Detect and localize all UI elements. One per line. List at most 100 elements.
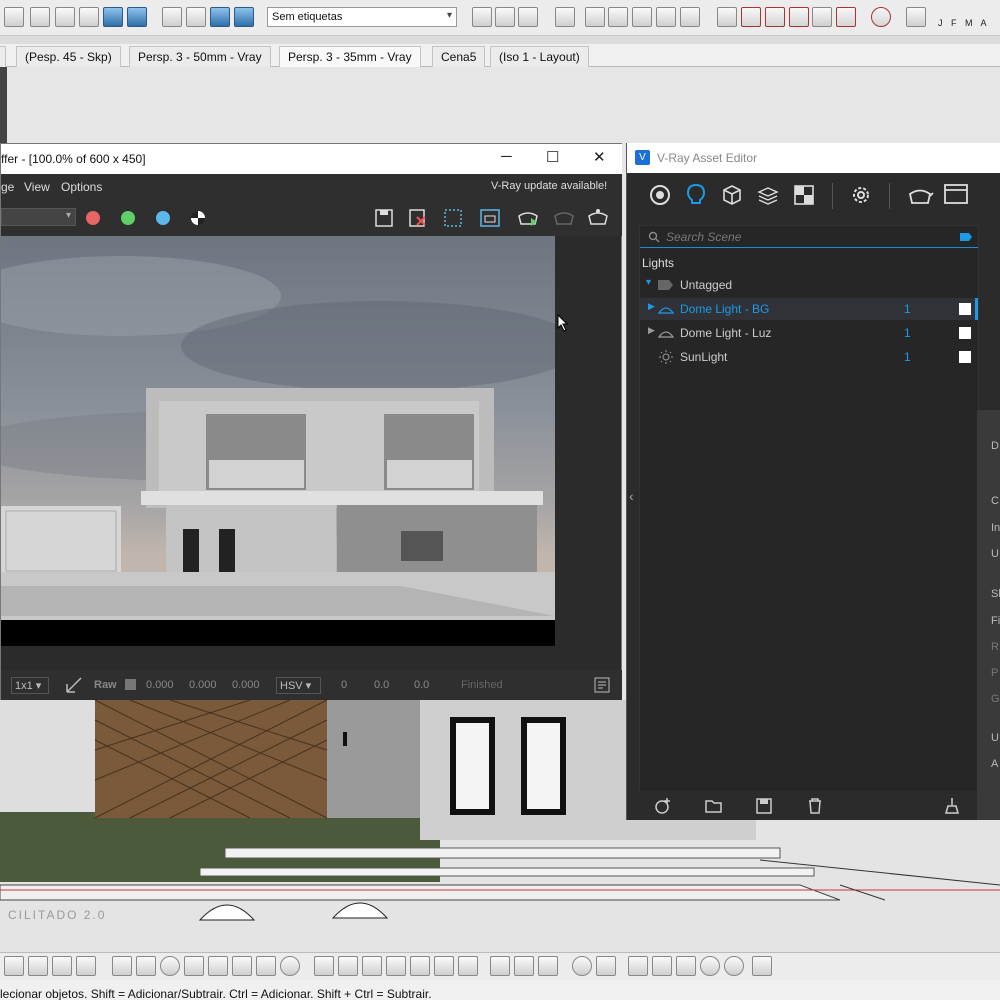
sphere-icon[interactable] — [700, 956, 720, 976]
tab-cena5[interactable]: Cena5 — [432, 46, 486, 67]
paste-icon[interactable] — [656, 7, 676, 27]
add-asset-icon[interactable] — [654, 797, 672, 815]
target-icon[interactable] — [871, 7, 891, 27]
asset-editor-titlebar[interactable]: V V-Ray Asset Editor — [627, 143, 1000, 173]
tab-pesp-45[interactable]: (Pesp. 45 - Skp) — [16, 46, 121, 67]
track-mouse-icon[interactable] — [479, 208, 501, 228]
grid-icon[interactable] — [836, 7, 856, 27]
grass-icon[interactable] — [514, 956, 534, 976]
alpha-channel-icon[interactable] — [191, 211, 205, 225]
dome-light-icon[interactable] — [256, 956, 276, 976]
box-icon[interactable] — [652, 956, 672, 976]
light-enable-checkbox[interactable] — [959, 303, 971, 315]
texture-icon[interactable] — [596, 956, 616, 976]
lights-icon[interactable] — [685, 183, 707, 207]
tag-tool-icon[interactable] — [472, 7, 492, 27]
tab-persp-35mm[interactable]: Persp. 3 - 35mm - Vray — [279, 46, 421, 67]
pan-icon[interactable] — [186, 7, 206, 27]
save-image-icon[interactable] — [374, 208, 396, 228]
ies-light-icon[interactable] — [184, 956, 204, 976]
iso-view-icon[interactable] — [30, 7, 50, 27]
tool-icon[interactable] — [52, 956, 72, 976]
vfb-titlebar[interactable]: ffer - [100.0% of 600 x 450] ─ ☐ ✕ — [1, 144, 622, 174]
expand-icon[interactable]: ▶ — [648, 325, 655, 336]
collapse-left-icon[interactable]: ‹ — [629, 488, 634, 504]
proxy-icon[interactable] — [314, 956, 334, 976]
light-row-sunlight[interactable]: SunLight 1 — [640, 346, 978, 368]
hand-icon[interactable] — [752, 956, 772, 976]
eraser-icon[interactable] — [906, 7, 926, 27]
render-elements-icon[interactable] — [757, 184, 779, 206]
top-view-icon[interactable] — [55, 7, 75, 27]
zoom-extents-icon[interactable] — [234, 7, 254, 27]
channel-select[interactable]: ▾ — [1, 208, 76, 226]
tab-iso-layout[interactable]: (Iso 1 - Layout) — [490, 46, 589, 67]
material-ball-icon[interactable] — [572, 956, 592, 976]
red-channel-icon[interactable] — [86, 211, 100, 225]
mesh-icon[interactable] — [458, 956, 478, 976]
scatter-icon[interactable] — [490, 956, 510, 976]
select-tool-icon[interactable] — [4, 7, 24, 27]
close-icon[interactable]: ✕ — [593, 148, 606, 166]
flip-icon[interactable] — [812, 7, 832, 27]
component-icon[interactable] — [585, 7, 605, 27]
log-icon[interactable] — [594, 677, 610, 693]
render-image[interactable] — [1, 236, 555, 646]
save-asset-icon[interactable] — [755, 797, 773, 815]
color-picker-icon[interactable] — [65, 676, 83, 694]
section-icon[interactable] — [518, 7, 538, 27]
purge-icon[interactable] — [943, 797, 961, 815]
sun-light-icon[interactable] — [232, 956, 252, 976]
expand-icon[interactable]: ▾ — [646, 277, 651, 288]
tool-icon[interactable] — [76, 956, 96, 976]
filter-tag-icon[interactable] — [960, 232, 972, 242]
render-teapot-icon[interactable] — [515, 206, 541, 228]
cube-icon[interactable] — [338, 956, 358, 976]
globe-icon[interactable] — [724, 956, 744, 976]
undo-icon[interactable] — [765, 7, 785, 27]
green-channel-icon[interactable] — [121, 211, 135, 225]
search-input[interactable]: Search Scene — [640, 226, 978, 248]
fur-icon[interactable] — [386, 956, 406, 976]
light-row-dome-luz[interactable]: ▶ Dome Light - Luz 1 — [640, 322, 978, 344]
open-file-icon[interactable] — [705, 797, 723, 815]
tab-partial[interactable] — [0, 46, 6, 67]
minimize-icon[interactable]: ─ — [501, 148, 512, 165]
settings-icon[interactable] — [850, 184, 872, 206]
delete-icon[interactable] — [806, 797, 824, 815]
light-row-dome-bg[interactable]: ▶ Dome Light - BG 1 — [640, 298, 978, 320]
zoom-select[interactable]: 1x1 ▾ — [11, 677, 49, 694]
intersect-icon[interactable] — [680, 7, 700, 27]
light-enable-checkbox[interactable] — [959, 327, 971, 339]
omni-light-icon[interactable] — [208, 956, 228, 976]
materials-icon[interactable] — [649, 184, 671, 206]
clipper-icon[interactable] — [410, 956, 430, 976]
front-view-icon[interactable] — [79, 7, 99, 27]
maximize-icon[interactable]: ☐ — [546, 148, 559, 166]
sandbox-icon[interactable] — [717, 7, 737, 27]
orbit-icon[interactable] — [162, 7, 182, 27]
zoom-icon[interactable] — [210, 7, 230, 27]
tag-select[interactable]: Sem etiquetas ▾ — [267, 7, 457, 27]
render-teapot-icon[interactable] — [906, 182, 934, 208]
copy-icon[interactable] — [632, 7, 652, 27]
blue-channel-icon[interactable] — [156, 211, 170, 225]
menu-view[interactable]: View — [24, 180, 50, 194]
vray-light-icon[interactable] — [112, 956, 132, 976]
group-icon[interactable] — [555, 7, 575, 27]
shaded-style-icon[interactable] — [103, 7, 123, 27]
frame-buffer-icon[interactable] — [942, 182, 970, 208]
region-render-icon[interactable] — [443, 208, 465, 228]
ruler-icon[interactable] — [628, 956, 648, 976]
tag-group-untagged[interactable]: ▾ Untagged — [640, 274, 978, 296]
interactive-teapot-icon[interactable] — [551, 206, 577, 228]
menu-image[interactable]: ge — [1, 180, 14, 194]
textures-icon[interactable] — [793, 184, 815, 206]
stop-teapot-icon[interactable] — [585, 206, 611, 228]
sphere-light-icon[interactable] — [160, 956, 180, 976]
tab-persp-50mm[interactable]: Persp. 3 - 50mm - Vray — [129, 46, 271, 67]
update-notice[interactable]: V-Ray update available! — [491, 180, 607, 192]
tool-icon[interactable] — [4, 956, 24, 976]
color-mode-select[interactable]: HSV ▾ — [276, 677, 321, 694]
tool-icon[interactable] — [28, 956, 48, 976]
